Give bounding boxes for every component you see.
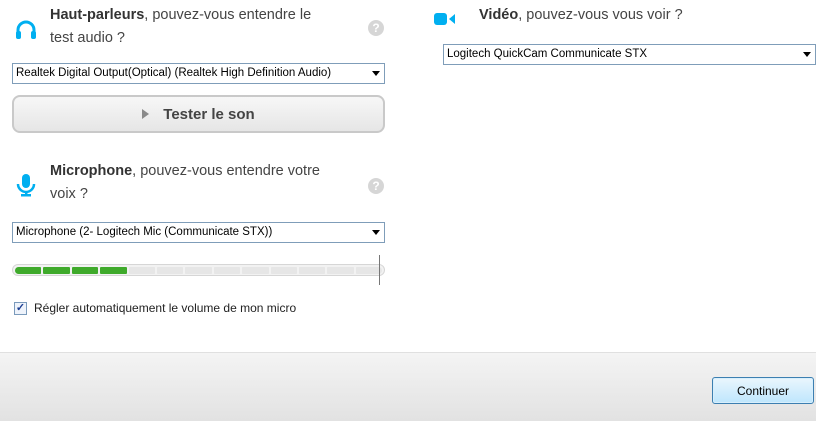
test-sound-button[interactable]: Tester le son xyxy=(12,95,385,133)
microphone-device-select[interactable]: Microphone (2- Logitech Mic (Communicate… xyxy=(12,222,385,243)
video-section: Vidéo, pouvez-vous vous voir ? Logitech … xyxy=(430,0,816,350)
video-title-bold: Vidéo xyxy=(479,7,519,23)
microphone-level-meter xyxy=(12,264,385,276)
chevron-down-icon xyxy=(799,45,815,64)
auto-volume-checkbox-row[interactable]: ✓ Régler automatiquement le volume de mo… xyxy=(14,301,296,315)
play-icon xyxy=(142,109,150,119)
footer-bar: Continuer xyxy=(0,352,816,421)
meter-segment xyxy=(128,266,155,274)
continue-label: Continuer xyxy=(736,383,790,398)
speakers-device-value: Realtek Digital Output(Optical) (Realtek… xyxy=(16,67,332,79)
meter-segment xyxy=(185,266,212,274)
video-camera-icon xyxy=(434,12,456,31)
meter-segment xyxy=(298,266,326,274)
video-title-rest: , pouvez-vous vous voir ? xyxy=(518,7,683,23)
microphone-title-line2: voix ? xyxy=(50,186,88,202)
video-preview-area xyxy=(443,66,816,346)
continue-button[interactable]: Continuer xyxy=(712,377,814,404)
microphone-help-icon[interactable]: ? xyxy=(368,178,384,194)
chevron-down-icon xyxy=(368,64,384,83)
chevron-down-icon xyxy=(368,223,384,242)
microphone-title: Microphone, pouvez-vous entendre votre v… xyxy=(50,160,360,206)
headphones-icon xyxy=(14,18,38,42)
meter-segment xyxy=(43,266,70,274)
video-device-select[interactable]: Logitech QuickCam Communicate STX xyxy=(443,44,816,65)
test-sound-label: Tester le son xyxy=(163,105,255,123)
auto-volume-label: Régler automatiquement le volume de mon … xyxy=(34,301,297,315)
microphone-title-rest: , pouvez-vous entendre votre xyxy=(132,163,320,179)
meter-segment xyxy=(270,266,297,274)
speakers-section: Haut-parleurs, pouvez-vous entendre le t… xyxy=(0,0,400,140)
auto-volume-checkbox[interactable]: ✓ xyxy=(14,301,27,315)
speakers-title-line2: test audio ? xyxy=(50,30,125,46)
speakers-title-rest: , pouvez-vous entendre le xyxy=(144,7,312,23)
microphone-icon xyxy=(14,172,38,197)
microphone-title-bold: Microphone xyxy=(50,163,133,179)
video-title: Vidéo, pouvez-vous vous voir ? xyxy=(479,4,779,27)
microphone-device-value: Microphone (2- Logitech Mic (Communicate… xyxy=(16,226,273,238)
video-device-value: Logitech QuickCam Communicate STX xyxy=(447,48,648,60)
meter-segment xyxy=(242,266,269,274)
meter-segment xyxy=(100,266,127,274)
speakers-title: Haut-parleurs, pouvez-vous entendre le t… xyxy=(50,4,360,50)
meter-segment xyxy=(213,266,241,274)
meter-segment xyxy=(15,266,42,274)
speakers-help-icon[interactable]: ? xyxy=(368,20,384,36)
speakers-device-select[interactable]: Realtek Digital Output(Optical) (Realtek… xyxy=(12,63,385,84)
microphone-level-marker xyxy=(379,255,380,285)
microphone-section: Microphone, pouvez-vous entendre votre v… xyxy=(0,150,400,320)
meter-segment xyxy=(156,266,184,274)
meter-segment xyxy=(327,266,354,274)
checkmark-icon: ✓ xyxy=(15,301,26,314)
speakers-title-bold: Haut-parleurs xyxy=(50,7,145,23)
meter-segment xyxy=(71,266,99,274)
